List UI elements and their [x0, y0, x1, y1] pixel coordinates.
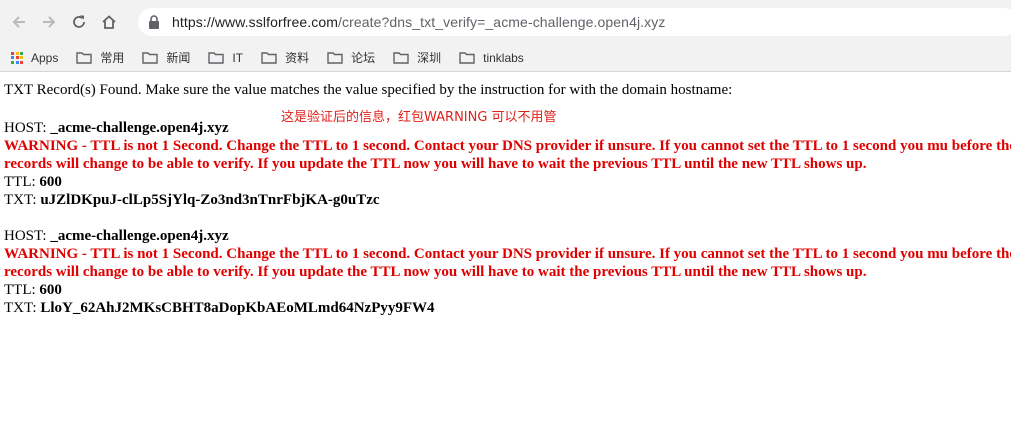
folder-icon — [393, 52, 409, 64]
txt-label: TXT: — [4, 300, 37, 316]
bookmark-folder[interactable]: 论坛 — [327, 49, 375, 66]
bookmark-folder[interactable]: 常用 — [76, 49, 124, 66]
ttl-line: TTL: 600 — [4, 173, 1011, 191]
txt-record: HOST: _acme-challenge.open4j.xyz WARNING… — [4, 227, 1011, 317]
home-button[interactable] — [94, 7, 124, 37]
txt-value: uJZlDKpuJ-clLp5SjYlq-Zo3nd3nTnrFbjKA-g0u… — [40, 192, 380, 208]
forward-button[interactable] — [34, 7, 64, 37]
reload-icon — [73, 15, 85, 28]
bookmark-label: 深圳 — [417, 51, 442, 65]
txt-record: HOST: _acme-challenge.open4j.xyz WARNING… — [4, 119, 1011, 209]
host-value: _acme-challenge.open4j.xyz — [50, 228, 229, 244]
bookmark-label: tinklabs — [483, 50, 524, 65]
ttl-value: 600 — [39, 282, 62, 298]
folder-icon — [327, 52, 343, 64]
ttl-warning: WARNING - TTL is not 1 Second. Change th… — [4, 138, 1011, 172]
txt-label: TXT: — [4, 192, 37, 208]
url-host: https://www.sslforfree.com — [172, 14, 338, 30]
bookmark-label: 新闻 — [166, 51, 191, 65]
bookmark-folder[interactable]: tinklabs — [459, 51, 524, 65]
host-line: HOST: _acme-challenge.open4j.xyz — [4, 227, 1011, 245]
url-path: /create?dns_txt_verify=_acme-challenge.o… — [337, 14, 666, 30]
host-value: _acme-challenge.open4j.xyz — [50, 120, 229, 136]
host-label: HOST: — [4, 120, 47, 136]
bookmark-folder[interactable]: 深圳 — [393, 49, 441, 66]
bookmark-label: 资料 — [285, 51, 310, 65]
ttl-label: TTL: — [4, 282, 36, 298]
folder-icon — [76, 52, 93, 64]
url-text: https://www.sslforfree.com/create?dns_tx… — [172, 14, 665, 30]
address-bar[interactable]: https://www.sslforfree.com/create?dns_tx… — [138, 8, 1011, 36]
folder-icon — [459, 52, 475, 64]
back-button[interactable] — [4, 7, 34, 37]
folder-icon — [261, 52, 277, 64]
ttl-value: 600 — [39, 174, 62, 190]
bookmark-label: 常用 — [100, 51, 125, 65]
host-label: HOST: — [4, 228, 47, 244]
arrow-right-icon — [43, 16, 56, 28]
bookmark-folder[interactable]: IT — [208, 51, 243, 65]
bookmark-folder[interactable]: 资料 — [261, 49, 309, 66]
ttl-line: TTL: 600 — [4, 281, 1011, 299]
reload-button[interactable] — [64, 7, 94, 37]
bookmarks-bar: Apps 常用 新闻 IT 资料 论坛 深圳 tinklabs — [0, 44, 1011, 72]
browser-toolbar: https://www.sslforfree.com/create?dns_tx… — [0, 0, 1011, 44]
annotation-note: 这是验证后的信息，红包WARNING 可以不用管 — [281, 110, 557, 125]
bookmark-label: IT — [232, 50, 244, 65]
bookmark-apps[interactable]: Apps — [8, 51, 58, 65]
arrow-left-icon — [12, 16, 25, 28]
ttl-warning: WARNING - TTL is not 1 Second. Change th… — [4, 246, 1011, 280]
bookmark-label: Apps — [31, 50, 59, 65]
intro-text: TXT Record(s) Found. Make sure the value… — [4, 82, 733, 98]
txt-line: TXT: LloY_62AhJ2MKsCBHT8aDopKbAEoMLmd64N… — [4, 299, 1011, 317]
folder-icon — [142, 52, 159, 64]
txt-line: TXT: uJZlDKpuJ-clLp5SjYlq-Zo3nd3nTnrFbjK… — [4, 191, 1011, 209]
apps-grid-icon — [11, 51, 23, 64]
home-icon — [102, 15, 116, 29]
ttl-label: TTL: — [4, 174, 36, 190]
lock-icon — [149, 15, 159, 29]
folder-icon — [208, 52, 225, 64]
bookmark-folder[interactable]: 新闻 — [142, 49, 190, 66]
txt-value: LloY_62AhJ2MKsCBHT8aDopKbAEoMLmd64NzPyy9… — [40, 300, 435, 316]
bookmark-label: 论坛 — [351, 51, 376, 65]
